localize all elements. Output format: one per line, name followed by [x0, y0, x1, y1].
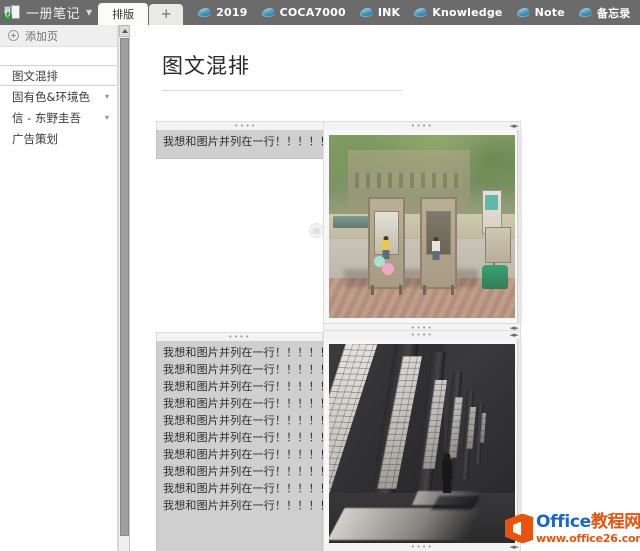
text-line: 我想和图片并列在一行！！！！！！ [163, 135, 343, 148]
chevron-down-icon[interactable]: ▾ [105, 113, 109, 122]
notebook-icon [197, 8, 212, 17]
chevron-down-icon[interactable]: ▼ [86, 8, 92, 17]
handle-dots-icon: •••• [234, 122, 257, 130]
notebook-link-beiwanglu[interactable]: 备忘录 [578, 5, 631, 21]
notebook-label: INK [377, 6, 401, 19]
text-line: 我想和图片并列在一行！！！！！ [163, 482, 331, 495]
text-line: 我想和图片并列在一行！！！！！ [163, 397, 331, 410]
tab-paiban[interactable]: 排版 [98, 3, 149, 25]
site-watermark: Office教程网 www.office26.com [505, 506, 640, 551]
notebook-label: 2019 [216, 6, 248, 19]
sync-badge-icon [3, 10, 12, 21]
tab-label: 排版 [112, 8, 135, 21]
page-item-label: 信 - 东野圭吾 [12, 110, 81, 125]
add-tab-button[interactable]: + [149, 4, 184, 25]
add-page-button[interactable]: 添加页 [0, 25, 117, 47]
page-title-area: 图文混排 [162, 50, 402, 91]
notebook-label: Note [534, 6, 565, 19]
trash-bin [481, 264, 508, 289]
watermark-brand-prefix: Office [536, 511, 591, 532]
block-drag-handle[interactable]: •••• [156, 332, 323, 341]
brand-name: 一册笔记 [26, 7, 81, 22]
notice-board [485, 226, 512, 264]
sidebar-item-guanggaocehua[interactable]: 广告策划 [0, 128, 117, 149]
notebook-icon [578, 8, 593, 17]
sidebar-item-tuwenhunpai[interactable]: 图文混排 [0, 65, 117, 86]
notebook-links: 2019 COCA7000 INK Knowledge Note 备忘录 [197, 0, 640, 25]
loading-placeholder-icon [309, 223, 324, 238]
block-drag-handle[interactable]: •••• ◄► [323, 121, 521, 130]
note-canvas[interactable]: 图文混排 •••• 我想和图片并列在一行！！！！！！ •••• ◄► •••• … [131, 25, 640, 551]
notebook-link-coca7000[interactable]: COCA7000 [261, 6, 346, 19]
page-sidebar: 添加页 图文混排 固有色&环境色 ▾ 信 - 东野圭吾 ▾ 广告策划 [0, 25, 118, 551]
tab-strip: 排版 + [98, 0, 184, 25]
notebook-icon [516, 8, 531, 17]
text-block-body[interactable]: 我想和图片并列在一行！！！！！ 我想和图片并列在一行！！！！！ 我想和图片并列在… [156, 341, 331, 551]
scroll-up-arrow-icon[interactable] [119, 25, 130, 37]
image-block-top[interactable]: •••• ◄► •••• ◄► [323, 121, 522, 333]
text-line: 我想和图片并列在一行！！！！！ [163, 499, 331, 512]
notebook-icon [413, 8, 428, 17]
office-logo-icon [505, 513, 533, 544]
sidebar-scrollbar[interactable] [118, 25, 130, 551]
chevron-down-icon[interactable]: ▾ [105, 92, 109, 101]
plus-circle-icon [8, 30, 19, 41]
image-frame [323, 130, 521, 324]
handle-dots-icon: •••• [410, 543, 434, 551]
app-window: 一册笔记 ▼ 排版 + 2019 COCA7000 INK [0, 0, 640, 551]
notebook-label: 备忘录 [596, 6, 631, 20]
text-line: 我想和图片并列在一行！！！！！ [163, 414, 331, 427]
handle-dots-icon: •••• [228, 333, 251, 341]
image-frame [323, 339, 521, 551]
person-silhouette [441, 453, 453, 494]
brand-area[interactable]: 一册笔记 ▼ [0, 0, 98, 25]
page-title[interactable]: 图文混排 [162, 50, 402, 91]
text-block-top[interactable]: •••• 我想和图片并列在一行！！！！！！ [156, 121, 343, 159]
text-block-body[interactable]: 我想和图片并列在一行！！！！！！ [156, 130, 343, 159]
sidebar-item-xin-dongyeguiwu[interactable]: 信 - 东野圭吾 ▾ [0, 107, 117, 128]
watermark-url: www.office26.com [536, 531, 640, 545]
image-block-bottom[interactable]: •••• ◄► •••• ◄► [323, 330, 522, 551]
notebook-link-note[interactable]: Note [516, 6, 565, 19]
notebook-label: Knowledge [432, 6, 503, 19]
notebook-icon [261, 8, 276, 17]
block-resize-footer[interactable]: •••• ◄► [323, 543, 521, 551]
top-bar: 一册笔记 ▼ 排版 + 2019 COCA7000 INK [0, 0, 640, 25]
notebook-link-ink[interactable]: INK [359, 6, 401, 19]
page-item-label: 图文混排 [12, 68, 58, 83]
page-item-label: 广告策划 [12, 131, 58, 146]
text-line: 我想和图片并列在一行！！！！！ [163, 448, 331, 461]
text-line: 我想和图片并列在一行！！！！！ [163, 363, 331, 376]
text-line: 我想和图片并列在一行！！！！！ [163, 431, 331, 444]
text-line: 我想和图片并列在一行！！！！！ [163, 380, 331, 393]
text-block-bottom[interactable]: •••• 我想和图片并列在一行！！！！！ 我想和图片并列在一行！！！！！ 我想和… [156, 332, 331, 551]
watermark-text: Office教程网 www.office26.com [536, 511, 640, 545]
notebook-icon [359, 8, 374, 17]
handle-dots-icon: •••• [410, 331, 434, 339]
image-block-scroll-track[interactable] [517, 130, 522, 324]
photo-corridor-light [329, 344, 515, 546]
sidebar-item-guyouse[interactable]: 固有色&环境色 ▾ [0, 86, 117, 107]
page-item-label: 固有色&环境色 [12, 89, 90, 104]
add-page-label: 添加页 [25, 29, 58, 43]
child-right [431, 237, 441, 261]
notebook-label: COCA7000 [279, 6, 346, 19]
watermark-brand-suffix: 教程网 [590, 511, 640, 532]
notebook-link-knowledge[interactable]: Knowledge [413, 6, 503, 19]
block-drag-handle[interactable]: •••• [156, 121, 335, 130]
page-list: 图文混排 固有色&环境色 ▾ 信 - 东野圭吾 ▾ 广告策划 [0, 47, 117, 149]
text-line: 我想和图片并列在一行！！！！！ [163, 346, 331, 359]
notebook-link-2019[interactable]: 2019 [197, 6, 248, 19]
photo-telephone-booths [329, 135, 515, 318]
scrollbar-thumb[interactable] [120, 38, 129, 536]
notebook-logo-icon [3, 5, 21, 21]
plus-icon: + [160, 7, 172, 22]
balloon-pink [382, 263, 394, 276]
text-line: 我想和图片并列在一行！！！！！ [163, 465, 331, 478]
watermark-brand: Office教程网 [536, 511, 640, 532]
block-drag-handle[interactable]: •••• ◄► [323, 330, 521, 339]
handle-dots-icon: •••• [410, 122, 434, 130]
